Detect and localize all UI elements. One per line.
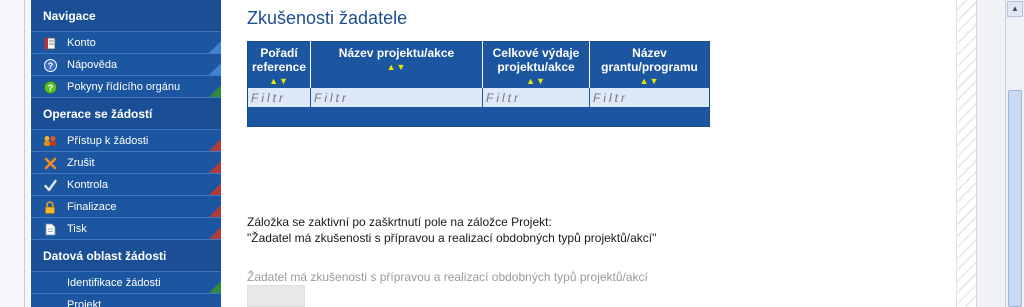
column-header-poradi[interactable]: Pořadí reference ▲▼ <box>247 41 311 88</box>
column-header-nazev-grantu[interactable]: Název grantu/programu ▲▼ <box>589 41 710 88</box>
column-header-nazev-projektu[interactable]: Název projektu/akce ▲▼ <box>310 41 483 88</box>
right-pane <box>976 0 1006 307</box>
sidebar-item-label: Přístup k žádosti <box>67 135 149 147</box>
check-icon <box>43 178 57 192</box>
help-icon: ? <box>43 58 57 72</box>
users-icon <box>43 134 57 148</box>
sidebar-item-label: Identifikace žádosti <box>67 277 161 289</box>
sidebar-item-label: Tisk <box>67 223 87 235</box>
sidebar-item-label: Konto <box>67 37 96 49</box>
column-label: Název projektu/akce <box>338 46 455 60</box>
info-note-line2: "Žadatel má zkušenosti s přípravou a rea… <box>247 231 657 245</box>
sidebar-section-navigace: Navigace <box>31 0 221 32</box>
info-note-line1: Záložka se zaktivní po zaškrtnutí pole n… <box>247 215 552 229</box>
filter-input-poradi[interactable] <box>251 90 307 105</box>
sidebar-item-pokyny[interactable]: ? Pokyny řídícího orgánu <box>31 76 221 98</box>
svg-text:?: ? <box>47 83 53 93</box>
print-icon <box>43 222 57 236</box>
sidebar-item-tisk[interactable]: Tisk <box>31 218 221 240</box>
filter-input-celkove-vydaje[interactable] <box>486 90 586 105</box>
sidebar-item-label: Finalizace <box>67 201 117 213</box>
sidebar-section-operace: Operace se žádostí <box>31 98 221 130</box>
page-title: Zkušenosti žadatele <box>247 8 408 28</box>
lock-icon <box>43 200 57 214</box>
experience-table: Pořadí reference ▲▼ Název projektu/akce … <box>247 41 710 127</box>
sidebar-item-zrusit[interactable]: Zrušit <box>31 152 221 174</box>
sidebar-item-label: Projekt <box>67 299 102 307</box>
sidebar-item-finalizace[interactable]: Finalizace <box>31 196 221 218</box>
scroll-up-icon[interactable]: ▲ <box>1007 1 1023 17</box>
sidebar-item-napoveda[interactable]: ? Nápověda <box>31 54 221 76</box>
column-header-celkove-vydaje[interactable]: Celkové výdaje projektu/akce ▲▼ <box>482 41 590 88</box>
sidebar-item-label: Pokyny řídícího orgánu <box>67 81 181 93</box>
experience-checkbox-label: Žadatel má zkušenosti s přípravou a real… <box>247 270 648 284</box>
scrollbar-thumb[interactable] <box>1008 90 1022 307</box>
vertical-scrollbar[interactable]: ▲ <box>1005 0 1024 307</box>
sort-arrows-icon[interactable]: ▲▼ <box>593 76 706 86</box>
info-icon: ? <box>43 80 57 94</box>
experience-checkbox-field[interactable] <box>247 285 305 307</box>
filter-input-nazev-grantu[interactable] <box>593 90 706 105</box>
table-header-row: Pořadí reference ▲▼ Název projektu/akce … <box>247 41 710 88</box>
sidebar-item-pristup[interactable]: Přístup k žádosti <box>31 130 221 152</box>
sidebar-item-label: Nápověda <box>67 59 118 71</box>
sidebar-item-kontrola[interactable]: Kontrola <box>31 174 221 196</box>
column-label: Název grantu/programu <box>601 46 698 74</box>
sidebar-item-projekt[interactable]: Projekt <box>31 294 221 307</box>
sort-arrows-icon[interactable]: ▲▼ <box>486 76 586 86</box>
decorative-hatch-strip <box>956 0 977 307</box>
table-footer-row <box>247 107 710 127</box>
left-gutter <box>0 0 30 307</box>
sidebar-item-identifikace[interactable]: Identifikace žádosti <box>31 272 221 294</box>
sidebar-item-label: Kontrola <box>67 179 108 191</box>
svg-text:?: ? <box>47 61 53 71</box>
sidebar-section-datova-oblast: Datová oblast žádosti <box>31 240 221 272</box>
sort-arrows-icon[interactable]: ▲▼ <box>251 76 307 86</box>
sidebar: Navigace Konto ? Nápověda ? Pokyny řídíc… <box>31 0 221 307</box>
column-label: Celkové výdaje projektu/akce <box>492 46 580 74</box>
column-label: Pořadí reference <box>251 46 307 74</box>
cancel-icon <box>43 156 57 170</box>
book-icon <box>43 36 57 50</box>
sort-arrows-icon[interactable]: ▲▼ <box>314 62 479 72</box>
filter-input-nazev-projektu[interactable] <box>314 90 479 105</box>
filter-row <box>247 88 710 108</box>
sidebar-item-label: Zrušit <box>67 157 95 169</box>
main-content: Zkušenosti žadatele Pořadí reference ▲▼ … <box>222 0 956 307</box>
sidebar-item-konto[interactable]: Konto <box>31 32 221 54</box>
